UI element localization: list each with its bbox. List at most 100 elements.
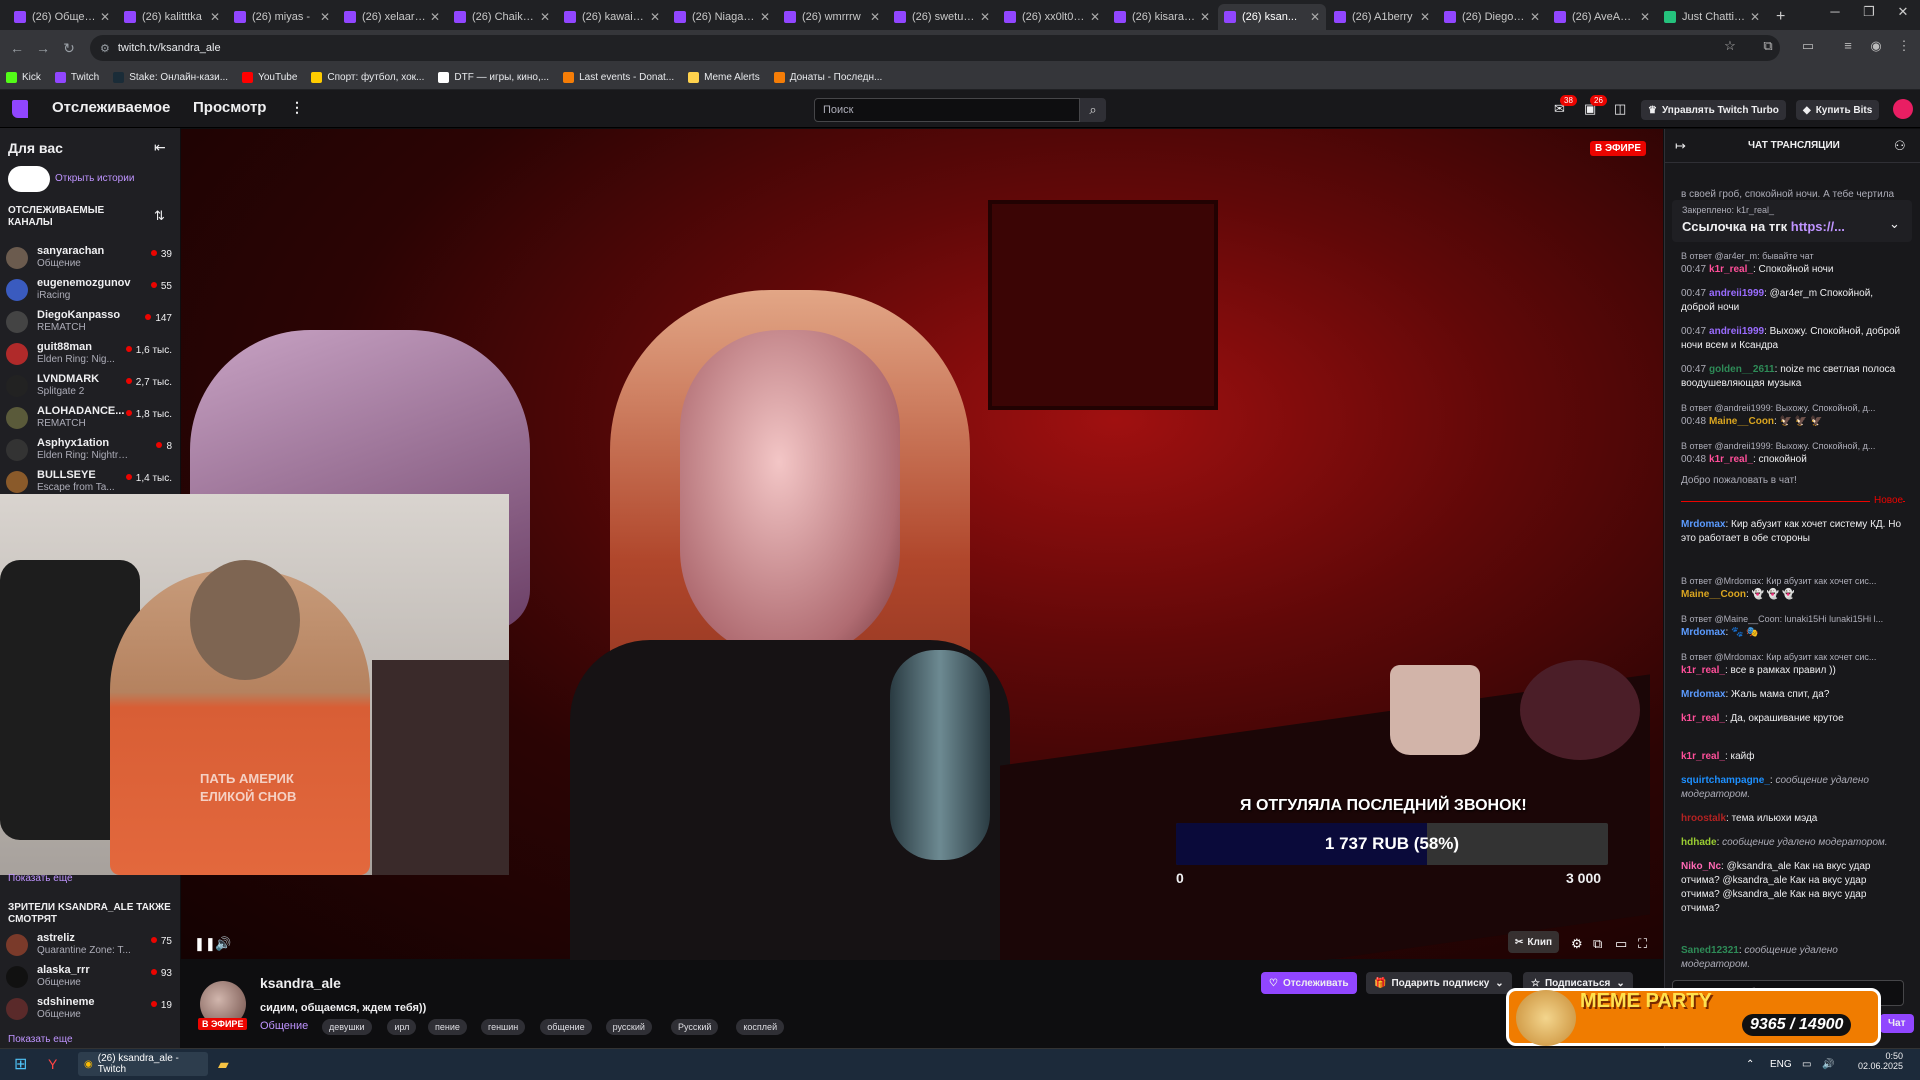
chat-username[interactable]: Maine__Coon [1681, 589, 1746, 600]
tab-close-icon[interactable]: ✕ [870, 10, 880, 24]
show-more-link[interactable]: Показать еще [8, 873, 73, 884]
browser-tab[interactable]: (26) xx0lt0dcl ✕ [998, 4, 1106, 30]
profile-icon[interactable]: ◉ [1866, 38, 1886, 54]
tab-close-icon[interactable]: ✕ [1200, 10, 1210, 24]
browser-tab[interactable]: (26) DiegoKa... ✕ [1438, 4, 1546, 30]
turbo-button[interactable]: ♛ Управлять Twitch Turbo [1641, 100, 1786, 120]
new-tab-icon[interactable]: + [1768, 4, 1793, 30]
chat-username[interactable]: k1r_real_ [1681, 713, 1725, 724]
volume-icon[interactable]: 🔊 [215, 936, 231, 952]
sidebar-channel[interactable]: eugenemozgunov iRacing 55 [6, 275, 176, 307]
chat-send-button[interactable]: Чат [1880, 1014, 1914, 1033]
chat-username[interactable]: Saned12321 [1681, 945, 1739, 956]
buy-bits-button[interactable]: ◆ Купить Bits [1796, 100, 1880, 120]
maximize-icon[interactable]: ❐ [1852, 4, 1886, 20]
chat-username[interactable]: k1r_real_ [1681, 751, 1725, 762]
network-icon[interactable]: ▭ [1802, 1052, 1811, 1076]
sidebar-channel[interactable]: guit88man Elden Ring: Nig... 1,6 тыс. [6, 339, 176, 371]
bookmark-item[interactable]: Спорт: футбол, хок... [311, 72, 424, 83]
tab-close-icon[interactable]: ✕ [1640, 10, 1650, 24]
sidebar-channel[interactable]: DiegoKanpasso REMATCH 147 [6, 307, 176, 339]
stream-tag[interactable]: косплей [736, 1019, 785, 1035]
pause-icon[interactable]: ❚❚ [194, 936, 216, 952]
bookmark-item[interactable]: YouTube [242, 72, 297, 83]
browser-tab[interactable]: (26) swetunch... ✕ [888, 4, 996, 30]
theatre-mode-icon[interactable]: ▭ [1615, 936, 1627, 952]
menu-dots-icon[interactable]: ⋮ [1894, 38, 1914, 54]
chevron-down-icon[interactable]: ⌄ [1889, 216, 1900, 232]
tab-close-icon[interactable]: ✕ [430, 10, 440, 24]
browser-tab[interactable]: (26) kawaii_n... ✕ [558, 4, 666, 30]
bookmark-item[interactable]: DTF — игры, кино,... [438, 72, 549, 83]
nav-browse[interactable]: Просмотр [193, 99, 266, 116]
bookmark-item[interactable]: Stake: Онлайн-кази... [113, 72, 228, 83]
browser-tab[interactable]: (26) A1berry ✕ [1328, 4, 1436, 30]
stream-tag[interactable]: Русский [671, 1019, 719, 1035]
tab-close-icon[interactable]: ✕ [760, 10, 770, 24]
tab-close-icon[interactable]: ✕ [1310, 10, 1320, 24]
bookmark-item[interactable]: Meme Alerts [688, 72, 760, 83]
bookmark-item[interactable]: Донаты - Последн... [773, 72, 882, 83]
chat-username[interactable]: k1r_real_ [1709, 454, 1753, 465]
chat-username[interactable]: k1r_real_ [1681, 665, 1725, 676]
sidebar-channel[interactable]: ALOHADANCE... REMATCH 1,8 тыс. [6, 403, 176, 435]
tab-close-icon[interactable]: ✕ [1090, 10, 1100, 24]
browser-tab[interactable]: (26) miyas - ✕ [228, 4, 336, 30]
stream-tag[interactable]: общение [540, 1019, 592, 1035]
follow-button[interactable]: ♡ Отслеживать [1261, 972, 1357, 994]
browser-tab[interactable]: (26) Общени... ✕ [8, 4, 116, 30]
twitch-logo-icon[interactable] [12, 100, 28, 118]
chat-username[interactable]: golden__2611 [1709, 364, 1775, 375]
chat-username[interactable]: Maine__Coon [1709, 416, 1774, 427]
sidebar-channel[interactable]: sanyarachan Общение 39 [6, 243, 176, 275]
chat-username[interactable]: hroostalk [1681, 813, 1726, 824]
open-stories-link[interactable]: Открыть истории [55, 173, 134, 184]
tray-chevron-icon[interactable]: ⌃ [1746, 1052, 1754, 1076]
tab-close-icon[interactable]: ✕ [210, 10, 220, 24]
browser-tab[interactable]: (26) xelaardn... ✕ [338, 4, 446, 30]
file-explorer-icon[interactable]: ▰ [218, 1052, 229, 1076]
tab-close-icon[interactable]: ✕ [650, 10, 660, 24]
gift-sub-button[interactable]: 🎁 Подарить подписку ⌄ [1366, 972, 1512, 994]
tab-close-icon[interactable]: ✕ [980, 10, 990, 24]
user-avatar[interactable] [1893, 99, 1913, 119]
sidebar-channel[interactable]: sdshineme Общение 19 [6, 994, 176, 1026]
url-field[interactable]: ⚙ twitch.tv/ksandra_ale [90, 35, 1780, 61]
whispers-icon[interactable]: ◫ [1614, 101, 1626, 117]
browser-tab[interactable]: (26) ChaikaR... ✕ [448, 4, 556, 30]
minimize-icon[interactable]: ─ [1818, 4, 1852, 19]
streamer-name[interactable]: ksandra_ale [260, 975, 341, 991]
browser-tab[interactable]: (26) ksan... ✕ [1218, 4, 1326, 30]
sort-icon[interactable]: ⇅ [154, 208, 165, 224]
tab-close-icon[interactable]: ✕ [100, 10, 110, 24]
browser-tab[interactable]: (26) kalitttka ✕ [118, 4, 226, 30]
back-icon[interactable]: ← [4, 40, 30, 56]
tab-close-icon[interactable]: ✕ [540, 10, 550, 24]
search-icon[interactable]: ⌕ [1080, 98, 1106, 122]
sidebar-channel[interactable]: LVNDMARK Splitgate 2 2,7 тыс. [6, 371, 176, 403]
browser-tab[interactable]: Just Chatting ✕ [1658, 4, 1766, 30]
cast-icon[interactable]: ▭ [1798, 38, 1818, 54]
taskbar-chrome-app[interactable]: ◉ (26) ksandra_ale - Twitch [78, 1052, 208, 1076]
stream-category[interactable]: Общение [260, 1020, 308, 1032]
chat-username[interactable]: k1r_real_ [1709, 264, 1753, 275]
pinned-link[interactable]: https://... [1791, 219, 1845, 234]
chat-username[interactable]: Mrdomax [1681, 627, 1725, 638]
reload-icon[interactable]: ↻ [56, 40, 82, 57]
chat-username[interactable]: andreii1999 [1709, 288, 1764, 299]
clip-button[interactable]: ✂ Клип [1508, 931, 1560, 953]
bookmark-item[interactable]: Kick [6, 72, 41, 83]
chat-username[interactable]: squirtchampagne_ [1681, 775, 1770, 786]
search-input[interactable]: Поиск [814, 98, 1080, 122]
chat-username[interactable]: Mrdomax [1681, 519, 1725, 530]
stream-tag[interactable]: ирл [387, 1019, 417, 1035]
forward-icon[interactable]: → [30, 40, 56, 56]
settings-icon[interactable]: ⚙ [1571, 936, 1583, 952]
extensions-icon[interactable]: ⧉ [1758, 38, 1778, 54]
show-more-link-2[interactable]: Показать еще [8, 1034, 73, 1045]
sidebar-channel[interactable]: Asphyx1ation Elden Ring: Nightre... 8 [6, 435, 176, 467]
close-window-icon[interactable]: ✕ [1886, 4, 1920, 20]
chat-username[interactable]: Mrdomax [1681, 689, 1725, 700]
chat-username[interactable]: andreii1999 [1709, 326, 1764, 337]
nav-following[interactable]: Отслеживаемое [52, 99, 170, 116]
